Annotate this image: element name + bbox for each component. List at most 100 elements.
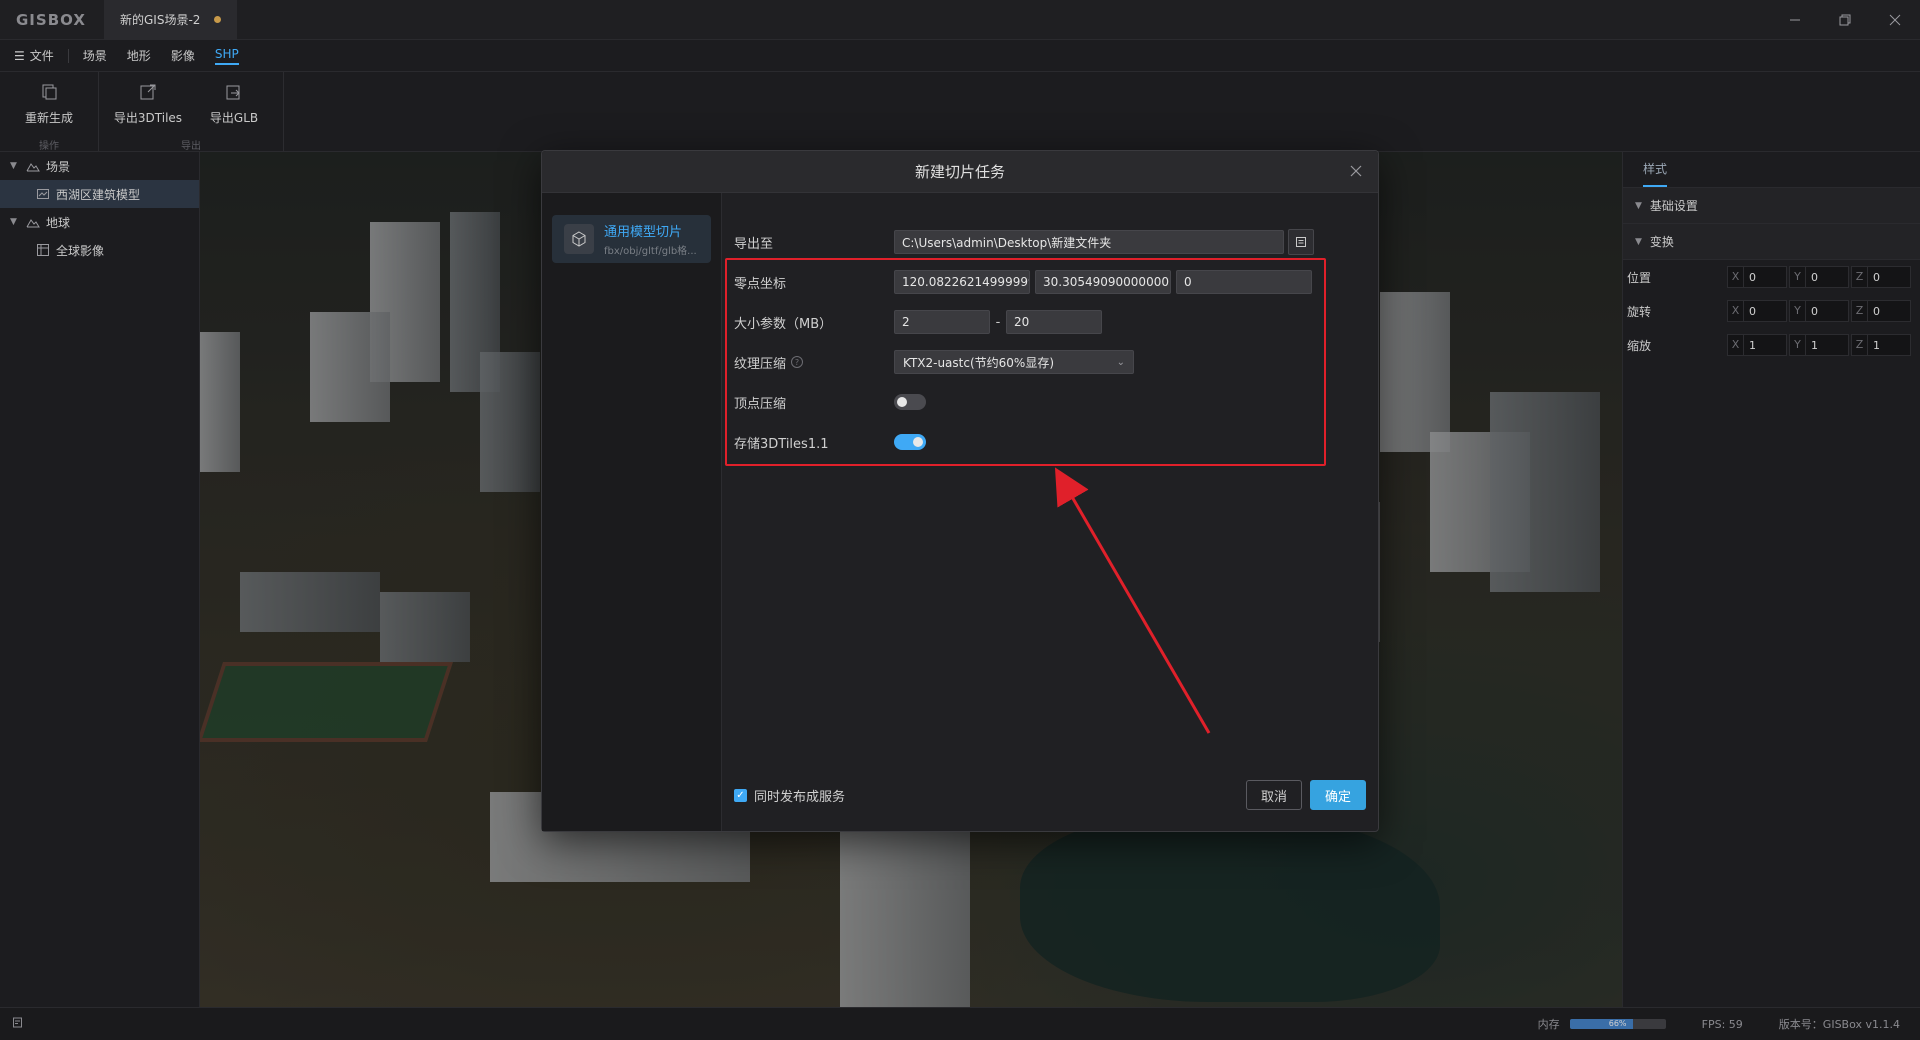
regenerate-label: 重新生成 — [24, 111, 73, 125]
export-icon — [226, 85, 240, 100]
help-icon[interactable]: ? — [791, 356, 804, 368]
axis-label: Z — [1852, 335, 1868, 355]
origin-y-input[interactable]: 30.30549090000000 — [1035, 270, 1171, 294]
field-value: 0 — [1749, 270, 1756, 284]
dialog-footer: ✓ 同时发布成服务 取消 确定 — [722, 759, 1378, 831]
axis-label: Y — [1790, 267, 1806, 287]
rotation-x-field[interactable]: X0 — [1727, 300, 1787, 322]
task-type-title: 通用模型切片 — [604, 225, 683, 240]
size-label: 大小参数（MB） — [734, 316, 833, 332]
vertex-compression-toggle[interactable] — [894, 394, 926, 410]
tree-node-global-imagery[interactable]: 全球影像 — [0, 236, 199, 264]
field-value: 1 — [1873, 338, 1880, 352]
axis-label: X — [1728, 335, 1744, 355]
tree-node-label: 西湖区建筑模型 — [56, 187, 141, 202]
origin-x-input[interactable]: 120.08226214999999 — [894, 270, 1030, 294]
row-label: 旋转 — [1627, 304, 1652, 319]
menu-shp[interactable]: SHP — [214, 47, 239, 65]
regenerate-button[interactable]: 重新生成 — [6, 83, 92, 126]
field-value: 1 — [1749, 338, 1756, 352]
window-controls — [1770, 0, 1920, 40]
imagery-icon — [37, 244, 49, 256]
field-value: 0 — [1811, 270, 1818, 284]
ribbon-toolbar: 重新生成 操作 导出3DTiles 导出GLB 导出 — [0, 72, 1920, 152]
caret-down-icon: ▼ — [1635, 200, 1642, 211]
task-form: 导出至 C:\Users\admin\Desktop\新建文件夹 零点坐标 12… — [722, 193, 1378, 833]
row-label: 位置 — [1627, 270, 1652, 285]
task-type-generic-model[interactable]: 通用模型切片 fbx/obj/gltf/glb格... — [552, 215, 711, 263]
chevron-down-icon: ⌄ — [1116, 356, 1125, 368]
ribbon-group-label: 导出 — [181, 141, 201, 152]
document-tab-label: 新的GIS场景-2 — [120, 13, 201, 27]
axis-label: Z — [1852, 267, 1868, 287]
ribbon-group-label: 操作 — [39, 141, 59, 152]
rotation-z-field[interactable]: Z0 — [1851, 300, 1911, 322]
file-menu[interactable]: ☰ 文件 — [14, 47, 54, 64]
toggle-knob — [897, 397, 907, 407]
select-value: KTX2-uastc(节约60%显存) — [903, 355, 1055, 370]
minimize-button[interactable] — [1770, 0, 1820, 40]
export-glb-button[interactable]: 导出GLB — [191, 83, 277, 126]
ribbon-group-operation: 重新生成 操作 — [0, 72, 99, 152]
transform-row-rotation: 旋转 X0 Y0 Z0 — [1623, 294, 1920, 328]
tree-node-scene[interactable]: ▼ 场景 — [0, 152, 199, 180]
section-transform[interactable]: ▼ 变换 — [1623, 224, 1920, 260]
export-3dtiles-button[interactable]: 导出3DTiles — [105, 83, 191, 126]
size-min-input[interactable]: 2 — [894, 310, 990, 334]
publish-service-label[interactable]: 同时发布成服务 — [754, 786, 845, 805]
mountain-icon — [26, 163, 40, 172]
axis-label: Y — [1790, 335, 1806, 355]
cancel-button[interactable]: 取消 — [1245, 780, 1302, 810]
memory-progress-text: 66% — [1608, 1019, 1627, 1028]
toggle-knob — [913, 437, 923, 447]
origin-z-input[interactable]: 0 — [1176, 270, 1312, 294]
unsaved-indicator-icon — [214, 16, 222, 23]
scale-x-field[interactable]: X1 — [1727, 334, 1787, 356]
rotation-y-field[interactable]: Y0 — [1789, 300, 1849, 322]
position-y-field[interactable]: Y0 — [1789, 266, 1849, 288]
publish-service-checkbox[interactable]: ✓ — [734, 788, 747, 802]
confirm-button[interactable]: 确定 — [1309, 780, 1366, 810]
version-label: 版本号：GISBox v1.1.4 — [1778, 1018, 1900, 1031]
section-basic-settings[interactable]: ▼ 基础设置 — [1623, 188, 1920, 224]
row-size: 大小参数（MB） 2 - 20 — [734, 307, 1102, 337]
field-value: 1 — [1811, 338, 1818, 352]
position-x-field[interactable]: X0 — [1727, 266, 1787, 288]
hamburger-icon: ☰ — [14, 48, 25, 63]
caret-down-icon[interactable]: ▼ — [10, 161, 20, 171]
document-icon[interactable] — [12, 1017, 23, 1028]
row-texture: 纹理压缩 ? KTX2-uastc(节约60%显存) ⌄ — [734, 347, 1134, 377]
tree-node-globe[interactable]: ▼ 地球 — [0, 208, 199, 236]
caret-down-icon[interactable]: ▼ — [10, 217, 20, 227]
texture-label: 纹理压缩 ? — [734, 353, 894, 372]
axis-label: X — [1728, 301, 1744, 321]
size-max-input[interactable]: 20 — [1006, 310, 1102, 334]
menu-separator — [67, 48, 69, 63]
texture-compression-select[interactable]: KTX2-uastc(节约60%显存) ⌄ — [894, 350, 1134, 374]
browse-folder-button[interactable] — [1288, 229, 1314, 255]
task-type-list: 通用模型切片 fbx/obj/gltf/glb格... — [542, 193, 722, 831]
scale-y-field[interactable]: Y1 — [1789, 334, 1849, 356]
menu-imagery[interactable]: 影像 — [171, 47, 195, 64]
menu-scene[interactable]: 场景 — [83, 47, 107, 64]
texture-label-text: 纹理压缩 — [734, 356, 787, 372]
tab-style[interactable]: 样式 — [1643, 160, 1668, 187]
tree-node-building-model[interactable]: 西湖区建筑模型 — [0, 180, 199, 208]
title-bar: GISBOX 新的GIS场景-2 — [0, 0, 1920, 40]
position-z-field[interactable]: Z0 — [1851, 266, 1911, 288]
minimize-icon — [1790, 19, 1800, 20]
transform-row-position: 位置 X0 Y0 Z0 — [1623, 260, 1920, 294]
document-tab[interactable]: 新的GIS场景-2 — [104, 0, 238, 40]
close-icon — [1350, 165, 1362, 177]
store-3dtiles11-toggle[interactable] — [894, 434, 926, 450]
restore-button[interactable] — [1820, 0, 1870, 40]
regenerate-icon — [42, 84, 57, 100]
export-path-input[interactable]: C:\Users\admin\Desktop\新建文件夹 — [894, 230, 1284, 254]
menu-terrain[interactable]: 地形 — [127, 47, 151, 64]
close-window-button[interactable] — [1870, 0, 1920, 40]
axis-label: Z — [1852, 301, 1868, 321]
ribbon-group-export: 导出3DTiles 导出GLB 导出 — [99, 72, 284, 152]
row-label: 缩放 — [1627, 338, 1652, 353]
scale-z-field[interactable]: Z1 — [1851, 334, 1911, 356]
dialog-close-button[interactable] — [1346, 162, 1366, 182]
